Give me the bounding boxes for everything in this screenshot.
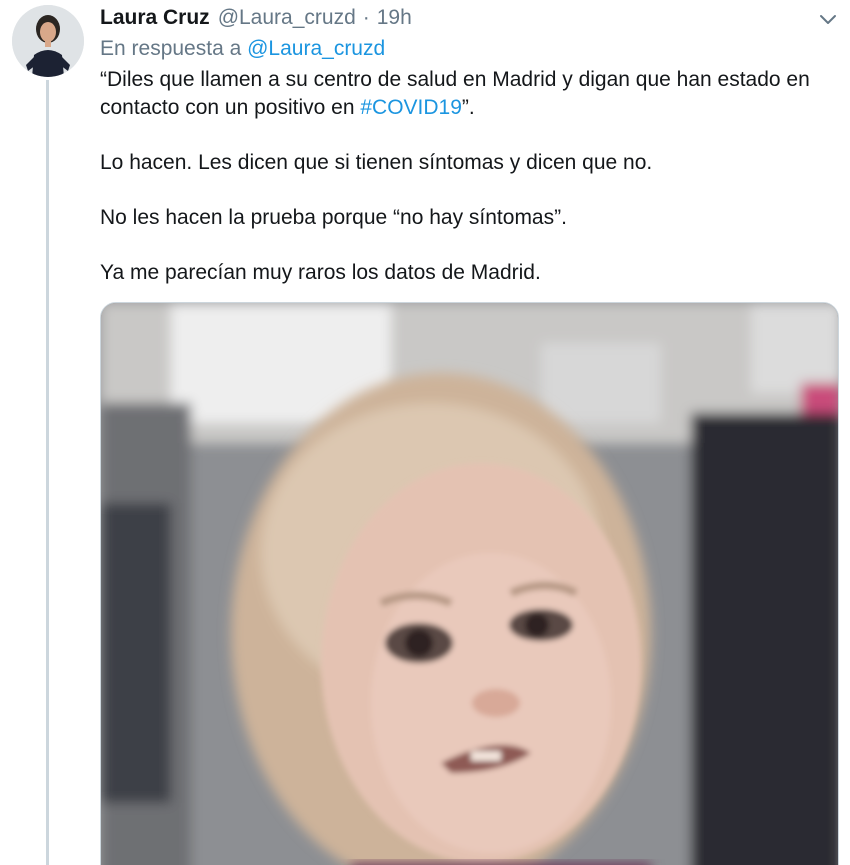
avatar-photo-icon xyxy=(12,5,84,77)
tweet-paragraph: “Diles que llamen a su centro de salud e… xyxy=(100,66,840,122)
tweet: Laura Cruz @Laura_cruzd · 19h En respues… xyxy=(0,0,850,865)
separator: · xyxy=(362,6,370,29)
tweet-paragraph: No les hacen la prueba porque “no hay sí… xyxy=(100,206,567,229)
author-handle[interactable]: @Laura_cruzd xyxy=(218,6,356,30)
tweet-text: “Diles que llamen a su centro de salud e… xyxy=(100,66,840,314)
author-name[interactable]: Laura Cruz xyxy=(100,6,210,30)
avatar[interactable] xyxy=(12,5,84,77)
tweet-text-part: ”. xyxy=(461,96,475,119)
gif-image-icon xyxy=(101,303,838,865)
tweet-paragraph: Ya me parecían muy raros los datos de Ma… xyxy=(100,261,541,284)
reply-context: En respuesta a @Laura_cruzd xyxy=(100,37,385,61)
timestamp[interactable]: 19h xyxy=(377,6,412,30)
tweet-media[interactable] xyxy=(100,302,839,865)
hashtag-link[interactable]: #COVID19 xyxy=(360,96,462,119)
tweet-header: Laura Cruz @Laura_cruzd · 19h xyxy=(100,6,412,34)
reply-handle-link[interactable]: @Laura_cruzd xyxy=(247,37,385,60)
reply-prefix: En respuesta a xyxy=(100,37,242,60)
tweet-paragraph: Lo hacen. Les dicen que si tienen síntom… xyxy=(100,151,653,174)
thread-line xyxy=(46,80,49,865)
chevron-down-icon[interactable] xyxy=(816,9,840,29)
